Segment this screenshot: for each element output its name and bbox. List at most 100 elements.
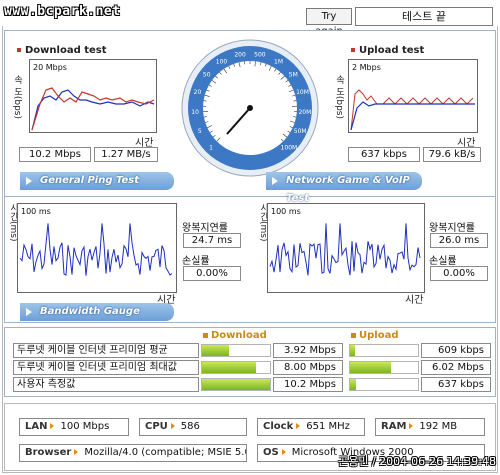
- bandwidth-dl-bar: [201, 378, 271, 391]
- bandwidth-ul-bar-fill: [350, 345, 356, 356]
- download-mbs-value: 1.27 MB/s: [94, 147, 158, 162]
- upload-title: Upload test: [351, 45, 424, 56]
- bandwidth-dl-value: 3.92 Mbps: [273, 343, 343, 358]
- ping-right-loss-value: 0.00%: [430, 266, 488, 281]
- bandwidth-upload-header: Upload: [351, 330, 398, 341]
- bandwidth-dl-bar-fill: [202, 379, 270, 390]
- upload-chart-svg: 2 Mbps: [350, 63, 475, 131]
- download-y-unit: 속 도(bps): [12, 75, 22, 119]
- ram-info: RAM 192 MB: [375, 418, 485, 436]
- cpu-value: 586: [180, 421, 200, 432]
- lan-value: 100 Mbps: [60, 421, 110, 432]
- bandwidth-ul-value: 637 kbps: [421, 377, 491, 392]
- bandwidth-ul-bar: [349, 361, 419, 374]
- ping-left-line: [19, 223, 173, 276]
- gauge-tick-label: 50: [203, 72, 211, 79]
- try-again-button[interactable]: Try again: [306, 8, 352, 37]
- gauge-tick-label: 100: [216, 58, 228, 65]
- bandwidth-dl-value: 10.2 Mbps: [273, 377, 343, 392]
- ping-left-latency-value: 24.7 ms: [183, 233, 241, 248]
- gauge-tick-label: 100M: [281, 144, 298, 151]
- lan-arrow-icon: [50, 423, 55, 429]
- ping-right-loss-label: 손실률: [429, 256, 457, 267]
- gauge-tick-label: 1: [209, 144, 213, 151]
- bandwidth-panel: Download Upload 두루넷 케이블 인터넷 프리미엄 평균 3.92…: [4, 327, 496, 397]
- os-key: OS: [263, 447, 279, 458]
- upload-chart: 2 Mbps: [348, 59, 478, 133]
- gauge-tick-label: 10: [191, 109, 199, 116]
- ping-section-label: General Ping Test: [40, 175, 140, 186]
- ram-arrow-icon: [409, 423, 414, 429]
- title-bar: www.bcpark.net Try again 테스트 끝: [0, 0, 500, 37]
- game-arrow-icon: [272, 177, 278, 185]
- clock-value: 651 MHz: [306, 421, 350, 432]
- ram-key: RAM: [381, 421, 407, 432]
- status-field: 테스트 끝: [355, 7, 493, 26]
- bandwidth-dl-bar: [201, 361, 271, 374]
- ping-left-chart-svg: 100 ms: [19, 207, 173, 276]
- ping-left-chart: 100 ms: [17, 203, 177, 293]
- ping-right-latency-value: 26.0 ms: [430, 233, 488, 248]
- os-arrow-icon: [281, 449, 286, 455]
- bandwidth-ul-bar: [349, 378, 419, 391]
- upload-scale-label: 2 Mbps: [352, 63, 381, 72]
- clock-arrow-icon: [296, 423, 301, 429]
- bandwidth-ul-value: 609 kbps: [421, 343, 491, 358]
- ping-left-loss-label: 손실률: [182, 256, 210, 267]
- bandwidth-dl-bar-fill: [202, 345, 229, 356]
- ping-right-latency-label: 왕복지연률: [429, 223, 475, 234]
- bandwidth-ul-bar-fill: [350, 362, 391, 373]
- gauge-tick-label: 5: [198, 128, 202, 135]
- upload-kbs-value: 79.6 kB/s: [423, 147, 481, 162]
- download-chart-svg: 20 Mbps: [31, 63, 155, 131]
- browser-arrow-icon: [74, 449, 79, 455]
- bandwidth-ul-bar-fill: [350, 379, 357, 390]
- ping-left-latency-label: 왕복지연률: [182, 223, 228, 234]
- cpu-info: CPU 586: [139, 418, 247, 436]
- ping-right-chart: 100 ms: [267, 203, 425, 293]
- browser-value: Mozilla/4.0 (compatible; MSIE 5.0: [84, 447, 247, 458]
- upload-line-blue: [350, 101, 475, 131]
- browser-key: Browser: [25, 447, 72, 458]
- gauge-hub: [247, 105, 253, 111]
- game-section-header: Network Game & VoIP Test: [266, 172, 422, 204]
- bandwidth-row-label: 두루넷 케이블 인터넷 프리미엄 평균: [13, 343, 199, 358]
- gauge-svg: 1 5 10 20 50 100 200 500 1M 5M 10M 20M 50M 100M: [181, 39, 319, 177]
- ping-left-scale: 100 ms: [21, 207, 51, 216]
- cpu-key: CPU: [145, 421, 168, 432]
- capture-stamp: 곤용민 / 2004-06-26 14:39:48: [338, 455, 496, 468]
- download-mbps-value: 10.2 Mbps: [19, 147, 91, 162]
- gauge-tick-label: 200: [234, 51, 246, 58]
- ping-right-line: [269, 223, 421, 276]
- clock-key: Clock: [263, 421, 294, 432]
- clock-info: Clock 651 MHz: [257, 418, 365, 436]
- gauge-tick-label: 20M: [298, 109, 311, 116]
- bandwidth-dl-bar-fill: [202, 362, 257, 373]
- speed-gauge: 1 5 10 20 50 100 200 500 1M 5M 10M 20M 50M 100M: [180, 38, 320, 178]
- ping-arrow-icon: [26, 177, 32, 185]
- bandwidth-download-header: Download: [203, 330, 267, 341]
- ping-right-scale: 100 ms: [271, 207, 301, 216]
- ram-value: 192 MB: [419, 421, 458, 432]
- gauge-tick-label: 50M: [294, 128, 307, 135]
- bandwidth-dl-value: 8.00 Mbps: [273, 360, 343, 375]
- ping-right-x-label: 시간: [405, 295, 424, 306]
- download-chart: 20 Mbps: [29, 59, 157, 133]
- bandwidth-section-header: Bandwidth Gauge: [20, 303, 174, 321]
- bandwidth-row-label: 두루넷 케이블 인터넷 프리미엄 최대값: [13, 360, 199, 375]
- download-title: Download test: [17, 45, 107, 56]
- bandwidth-section-label: Bandwidth Gauge: [40, 306, 140, 317]
- download-line-red: [31, 87, 155, 131]
- ping-right-chart-svg: 100 ms: [269, 207, 421, 276]
- ping-left-loss-value: 0.00%: [183, 266, 241, 281]
- upload-kbps-value: 637 kbps: [348, 147, 420, 162]
- bandwidth-row-label: 사용자 측정값: [13, 377, 199, 392]
- gauge-tick-label: 20: [194, 89, 202, 96]
- ping-section-header: General Ping Test: [20, 172, 174, 190]
- bandwidth-ul-value: 6.02 Mbps: [421, 360, 491, 375]
- gauge-tick-label: 1M: [274, 58, 283, 65]
- site-watermark: www.bcpark.net: [4, 4, 121, 19]
- gauge-tick-label: 5M: [289, 72, 298, 79]
- gauge-tick-label: 10M: [296, 89, 309, 96]
- upload-y-unit: 속 도(bps): [334, 75, 344, 119]
